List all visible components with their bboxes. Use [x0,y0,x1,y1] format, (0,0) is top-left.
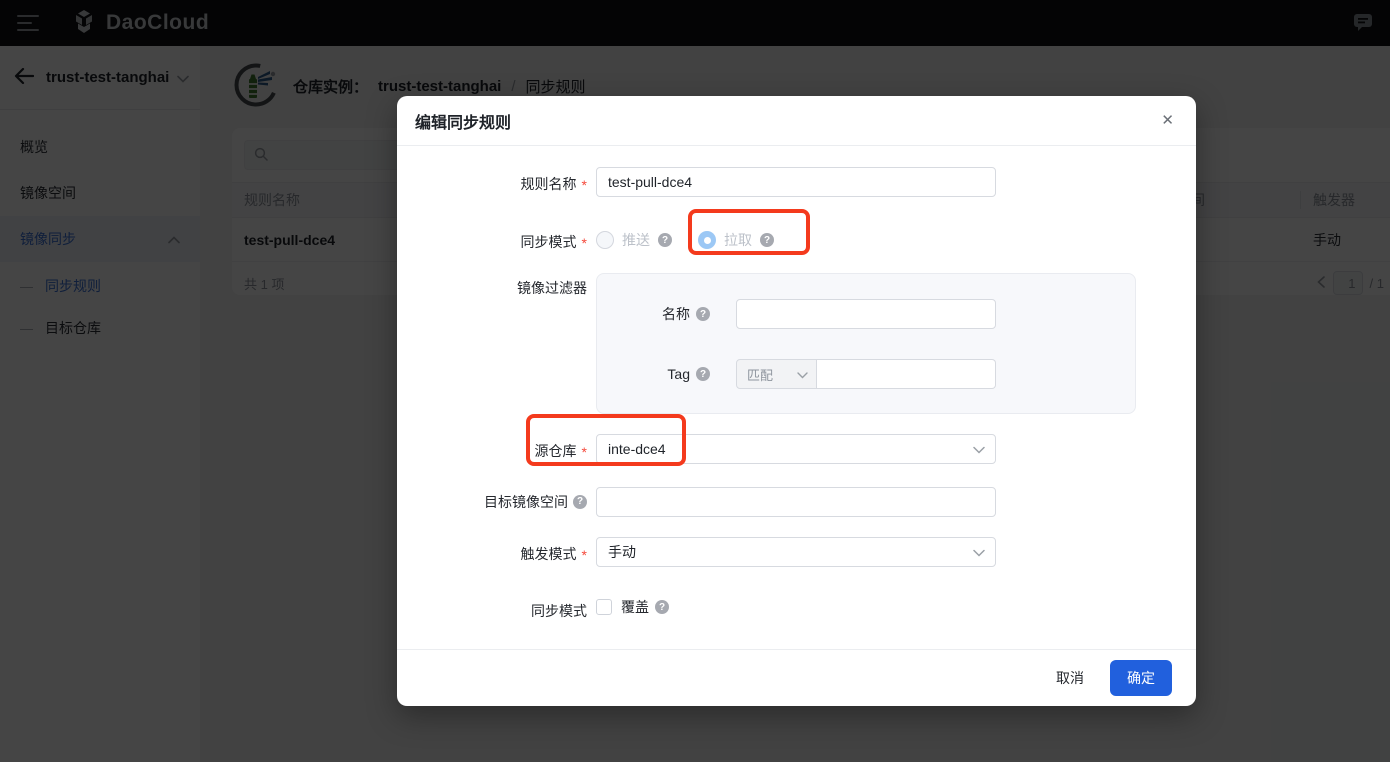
filter-tag-row: Tag ? 匹配 [597,359,1135,389]
chevron-down-icon [973,441,985,457]
modal-body: 规则名称 * 同步模式 * 推送 ? [397,146,1196,626]
field-label: 同步模式 * [397,225,587,258]
tag-match-select[interactable]: 匹配 [736,359,817,389]
label-text: 名称 [662,304,690,324]
label-text: Tag [667,366,690,382]
label-text: 目标镜像空间 [484,487,568,517]
help-icon[interactable]: ? [760,233,774,247]
select-value: 手动 [608,542,973,562]
label-text: 源仓库 [535,436,577,466]
field-label: 目标镜像空间 ? [397,487,587,517]
field-sync-overwrite: 同步模式 覆盖 ? [397,596,1196,626]
field-target-namespace: 目标镜像空间 ? [397,487,1196,517]
field-image-filter: 镜像过滤器 名称 ? [397,273,1196,414]
field-rule-name: 规则名称 * [397,167,1196,200]
help-icon[interactable]: ? [655,600,669,614]
label-text: 同步模式 [531,596,587,626]
label-text: 镜像过滤器 [517,273,587,303]
modal-footer: 取消 确定 [397,649,1196,706]
radio-pull-label: 拉取 [724,230,752,250]
label-text: 同步模式 [521,227,577,257]
help-icon[interactable]: ? [573,495,587,509]
chevron-down-icon [797,366,808,382]
filter-name-label: 名称 ? [597,304,710,324]
radio-off-icon[interactable] [596,231,614,249]
radio-push-label: 推送 [622,230,650,250]
radio-pull[interactable]: 拉取 ? [698,225,774,255]
close-icon[interactable]: ✕ [1157,109,1178,132]
label-text: 规则名称 [521,169,577,199]
overwrite-checkbox[interactable] [596,599,612,615]
field-label: 镜像过滤器 [397,273,587,303]
trigger-mode-select[interactable]: 手动 [596,537,996,567]
field-label: 触发模式 * [397,537,587,570]
help-icon[interactable]: ? [658,233,672,247]
required-asterisk: * [582,437,587,467]
edit-sync-rule-modal: 编辑同步规则 ✕ 规则名称 * 同步模式 * [397,96,1196,706]
filter-tag-label: Tag ? [597,366,710,382]
cancel-button[interactable]: 取消 [1040,660,1100,696]
required-asterisk: * [582,540,587,570]
help-icon[interactable]: ? [696,367,710,381]
filter-name-row: 名称 ? [597,299,1135,329]
filter-tag-input[interactable] [817,359,996,389]
field-source-registry: 源仓库 * inte-dce4 [397,434,1196,467]
screen: DaoCloud trust-test-tanghai [0,0,1390,762]
image-filter-panel: 名称 ? Tag ? [596,273,1136,414]
field-label: 同步模式 [397,596,587,626]
modal-header: 编辑同步规则 ✕ [397,96,1196,146]
filter-name-input[interactable] [736,299,996,329]
required-asterisk: * [582,170,587,200]
help-icon[interactable]: ? [696,307,710,321]
required-asterisk: * [582,228,587,258]
field-label: 源仓库 * [397,434,587,467]
field-label: 规则名称 * [397,167,587,200]
radio-push[interactable]: 推送 ? [596,225,672,255]
confirm-button[interactable]: 确定 [1110,660,1172,696]
field-sync-mode: 同步模式 * 推送 ? 拉取 ? [397,225,1196,258]
select-value: 匹配 [747,365,797,384]
rule-name-input[interactable] [596,167,996,197]
select-value: inte-dce4 [608,441,973,457]
label-text: 触发模式 [521,539,577,569]
chevron-down-icon [973,544,985,560]
radio-on-icon[interactable] [698,231,716,249]
modal-title: 编辑同步规则 [415,109,511,133]
source-registry-select[interactable]: inte-dce4 [596,434,996,464]
overwrite-label: 覆盖 [621,597,649,617]
field-trigger-mode: 触发模式 * 手动 [397,537,1196,570]
target-namespace-input[interactable] [596,487,996,517]
